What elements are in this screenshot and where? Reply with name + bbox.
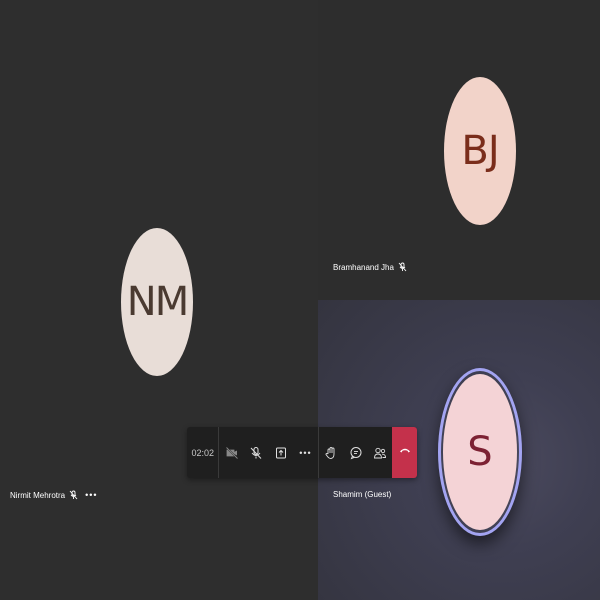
participant-name-label: Shamim (Guest) <box>333 490 391 499</box>
participant-name-label: Bramhanand Jha <box>333 262 407 272</box>
avatar: S <box>443 374 517 530</box>
participants-button[interactable] <box>368 427 393 478</box>
camera-toggle-button[interactable] <box>219 427 244 478</box>
participant-name: Bramhanand Jha <box>333 262 394 272</box>
share-screen-button[interactable] <box>269 427 294 478</box>
hang-up-button[interactable] <box>392 427 418 478</box>
hang-up-icon <box>398 443 412 462</box>
chat-icon <box>349 446 363 460</box>
mic-off-icon <box>249 446 263 460</box>
participants-icon <box>373 446 387 460</box>
video-off-icon <box>225 446 239 460</box>
mic-off-icon <box>69 490 78 500</box>
more-actions-button[interactable]: ••• <box>293 427 318 478</box>
share-screen-icon <box>274 446 288 460</box>
call-controls-toolbar: 02:02 ••• <box>187 427 418 478</box>
more-icon: ••• <box>299 447 312 458</box>
avatar: NM <box>121 228 193 376</box>
participant-name-label: Nirmit Mehrotra ••• <box>10 490 98 500</box>
participant-name: Nirmit Mehrotra <box>10 490 66 500</box>
call-duration: 02:02 <box>191 447 214 458</box>
avatar: BJ <box>444 77 516 225</box>
raise-hand-icon <box>324 446 338 460</box>
participant-name: Shamim (Guest) <box>333 490 392 499</box>
mic-toggle-button[interactable] <box>244 427 269 478</box>
mic-off-icon <box>398 262 407 272</box>
raise-hand-button[interactable] <box>319 427 344 478</box>
chat-button[interactable] <box>343 427 368 478</box>
participant-tile-bramhanand[interactable]: BJ Bramhanand Jha <box>318 0 600 300</box>
participant-tile-nirmit[interactable]: NM Nirmit Mehrotra ••• <box>0 0 318 600</box>
more-options-icon[interactable]: ••• <box>85 490 97 500</box>
